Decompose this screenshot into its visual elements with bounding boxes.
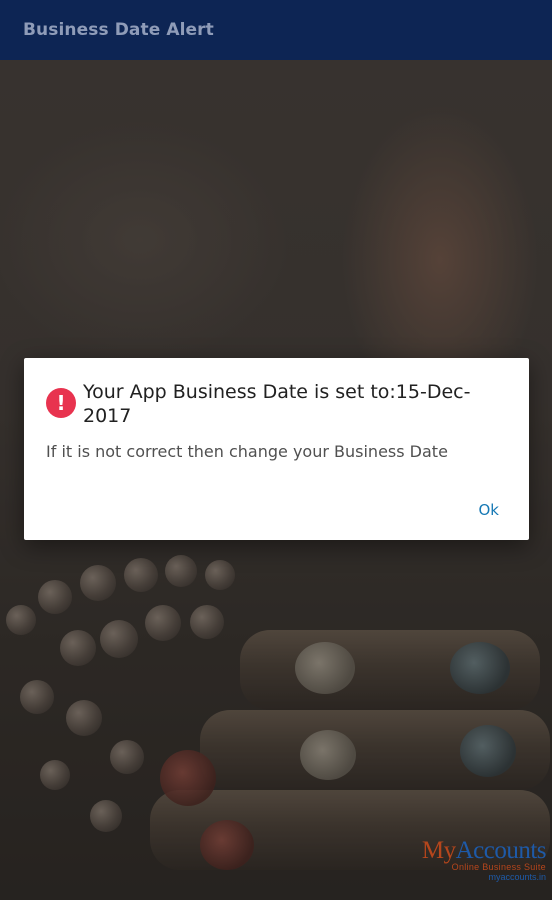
logo-url: myaccounts.in <box>488 872 546 882</box>
app-bar-title: Business Date Alert <box>23 20 214 40</box>
dialog-title: Your App Business Date is set to:15-Dec-… <box>83 381 471 427</box>
logo-brand-part1: My <box>421 837 456 865</box>
business-date-alert-dialog: ! Your App Business Date is set to:15-De… <box>24 358 529 540</box>
logo-brand-part2: Accounts <box>455 837 547 865</box>
app-bar: Business Date Alert <box>0 0 552 60</box>
myaccounts-logo: MyAccounts Online Business Suite myaccou… <box>421 837 547 882</box>
dialog-message: If it is not correct then change your Bu… <box>46 442 448 461</box>
alert-circle-icon: ! <box>46 388 76 418</box>
ok-button[interactable]: Ok <box>479 501 500 519</box>
